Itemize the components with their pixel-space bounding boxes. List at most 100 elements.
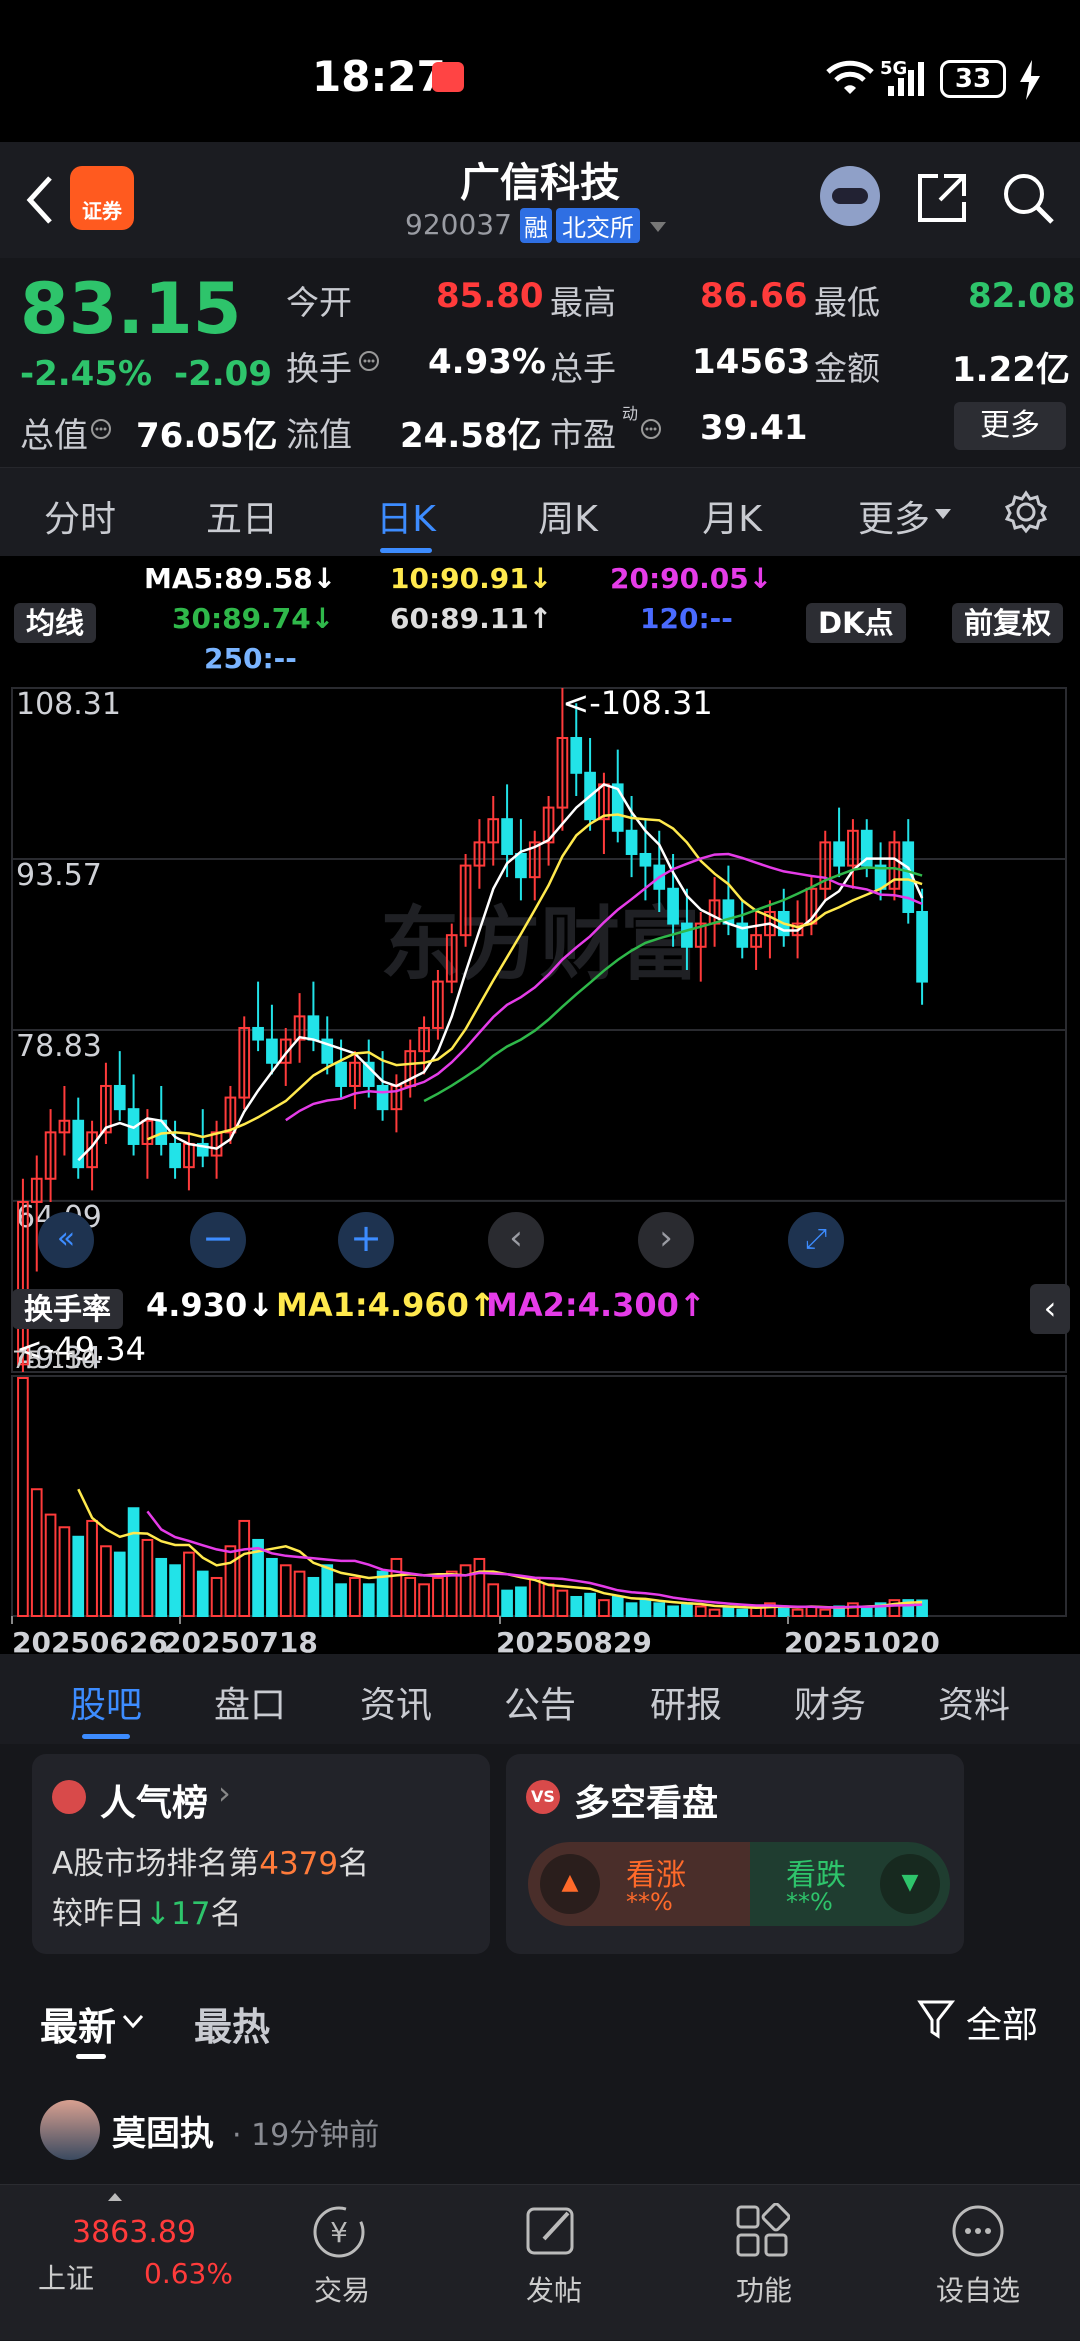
candle-body <box>169 1142 181 1169</box>
forward-adjust-button[interactable]: 前复权 <box>952 600 1064 643</box>
gear-icon[interactable] <box>1004 490 1048 534</box>
turnover-bar <box>169 1564 181 1618</box>
candle-body <box>625 829 638 855</box>
change-percent: -2.45% <box>20 354 153 394</box>
sub-indicator-selector[interactable]: 换手率 <box>12 1286 124 1329</box>
turnover-bar <box>736 1608 749 1617</box>
collapse-panel-button[interactable]: ‹ <box>1030 1284 1070 1334</box>
chevron-right-icon: › <box>218 1774 231 1812</box>
turnover-bar <box>556 1589 569 1618</box>
y-tick-label: 78.83 <box>16 1029 102 1064</box>
chevron-down-icon[interactable] <box>648 220 668 234</box>
trade-button[interactable]: ¥ 交易 <box>280 2185 400 2341</box>
filter-icon[interactable] <box>916 1998 956 2042</box>
tab-monthly-k[interactable]: 月K <box>682 490 782 542</box>
popularity-card[interactable]: 人气榜 › A股市场排名第4379名 较昨日↓17名 <box>32 1754 490 1954</box>
assistant-robot-icon[interactable] <box>820 166 880 226</box>
bull-button[interactable]: ▲ 看涨 **% <box>528 1842 750 1926</box>
chevron-down-icon <box>935 509 951 519</box>
info-icon[interactable] <box>90 418 112 440</box>
turnover-bar <box>307 1576 320 1617</box>
back-icon[interactable] <box>20 172 60 228</box>
notification-icon <box>432 62 464 92</box>
market-cap-label: 总值 <box>20 416 88 456</box>
tab-daily-k[interactable]: 日K <box>356 490 456 542</box>
volume-value: 14563 <box>692 342 811 382</box>
candle-body <box>667 887 679 925</box>
amount-label: 金额 <box>814 349 880 388</box>
share-icon[interactable] <box>914 170 970 226</box>
turnover-chart[interactable]: 2025062620250718 20250829 20251020 <box>0 1336 1080 1654</box>
tab-five-day[interactable]: 五日 <box>192 490 292 542</box>
tab-research[interactable]: 研报 <box>636 1676 736 1728</box>
search-icon[interactable] <box>1000 170 1056 226</box>
index-ticker[interactable]: 3863.89 上证 0.63% <box>0 2185 233 2341</box>
tab-news[interactable]: 资讯 <box>346 1676 446 1728</box>
kline-chart-area[interactable]: MA5:89.58↓ 10:90.91↓ 20:90.05↓ 均线 30:89.… <box>0 556 1080 1654</box>
turnover-bar <box>625 1602 638 1618</box>
ma60-legend: 60:89.11↑ <box>390 602 553 635</box>
bear-button[interactable]: 看跌 **% ▼ <box>750 1842 950 1926</box>
filter-all[interactable]: 全部 <box>966 1996 1038 2048</box>
avatar[interactable] <box>40 2100 100 2160</box>
turnover-bar <box>362 1583 375 1617</box>
scroll-left-button[interactable]: ‹ <box>488 1212 544 1268</box>
index-name: 上证 <box>38 2262 95 2295</box>
info-icon[interactable] <box>640 418 662 440</box>
broker-logo[interactable]: 证券 <box>70 166 134 230</box>
zoom-in-button[interactable]: + <box>338 1212 394 1268</box>
float-cap-value: 24.58亿 <box>400 416 542 456</box>
tab-intraday[interactable]: 分时 <box>30 490 130 542</box>
charging-icon <box>1020 60 1040 100</box>
tab-more[interactable]: 更多 <box>844 490 944 542</box>
post-author[interactable]: 莫固执 <box>112 2106 214 2155</box>
turnover-ma2: MA2:4.300↑ <box>486 1286 706 1324</box>
fast-back-button[interactable]: « <box>38 1212 94 1268</box>
turnover-bar <box>266 1557 278 1617</box>
function-button[interactable]: 功能 <box>702 2185 822 2341</box>
turnover-bar <box>183 1551 195 1617</box>
zoom-out-button[interactable]: − <box>190 1212 246 1268</box>
turnover-bar <box>30 1488 43 1617</box>
turnover-bar <box>376 1570 389 1618</box>
trade-label: 交易 <box>314 2274 371 2307</box>
post-label: 发帖 <box>526 2274 583 2307</box>
x-tick-label: 20251020 <box>784 1626 940 1654</box>
info-tabs: 股吧 盘口 资讯 公告 研报 财务 资料 <box>0 1654 1080 1744</box>
low-label: 最低 <box>814 283 880 322</box>
tab-finance[interactable]: 财务 <box>780 1676 880 1728</box>
turnover-bar <box>667 1605 679 1617</box>
tab-latest[interactable]: 最新 <box>40 1996 116 2051</box>
candle-body <box>266 1038 278 1064</box>
turnover-bar <box>847 1602 859 1618</box>
scroll-right-button[interactable]: › <box>638 1212 694 1268</box>
post-button[interactable]: 发帖 <box>492 2185 612 2341</box>
turnover-bar <box>791 1608 804 1617</box>
y-tick-label: 108.31 <box>16 687 121 722</box>
ma120-legend: 120:-- <box>640 602 733 635</box>
edit-icon <box>526 2207 574 2255</box>
dk-point-button[interactable]: DK点 <box>806 600 906 643</box>
more-button[interactable]: 更多 <box>954 402 1066 450</box>
tab-guba[interactable]: 股吧 <box>56 1676 156 1728</box>
more-dots-icon <box>952 2205 1004 2257</box>
open-label: 今开 <box>286 283 352 322</box>
tab-pankou[interactable]: 盘口 <box>200 1676 300 1728</box>
high-label: 最高 <box>550 283 616 322</box>
chevron-down-icon[interactable] <box>122 2014 144 2030</box>
post-item[interactable]: 莫固执 · 19分钟前 <box>0 2084 1080 2184</box>
exchange-badge: 北交所 <box>556 208 640 243</box>
turnover-bar <box>487 1583 500 1617</box>
candle-body <box>570 736 583 774</box>
tab-profile[interactable]: 资料 <box>924 1676 1024 1728</box>
ma-selector[interactable]: 均线 <box>14 600 97 643</box>
tab-hot[interactable]: 最热 <box>194 1996 270 2051</box>
y-tick-label: 93.57 <box>16 858 102 893</box>
fullscreen-button[interactable]: ⤢ <box>788 1212 844 1268</box>
turnover-bar <box>279 1564 292 1618</box>
tab-announcement[interactable]: 公告 <box>490 1676 590 1728</box>
info-icon[interactable] <box>358 350 380 372</box>
add-favorite-button[interactable]: 设自选 <box>912 2185 1052 2341</box>
tab-weekly-k[interactable]: 周K <box>518 490 618 542</box>
turnover-bar <box>196 1570 209 1618</box>
